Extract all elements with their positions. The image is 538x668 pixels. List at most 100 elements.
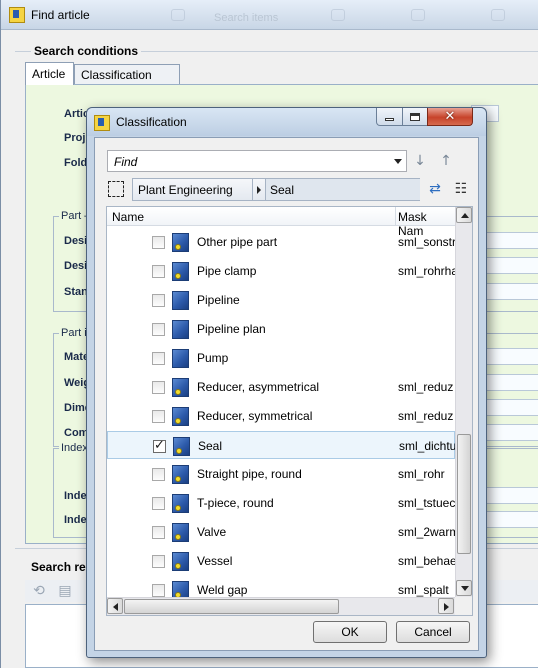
dialog-titlebar[interactable]: Classification ✕ — [87, 108, 486, 136]
mask-indicator-icon — [175, 476, 181, 482]
close-button[interactable]: ✕ — [427, 108, 473, 126]
row-checkbox[interactable] — [152, 497, 165, 510]
material-input[interactable] — [479, 348, 538, 365]
project-field-label: Proj — [64, 132, 86, 144]
arrow-up-icon — [461, 213, 469, 218]
index2-input[interactable] — [479, 511, 538, 528]
row-name: Pipeline plan — [197, 322, 266, 336]
row-name: Valve — [197, 525, 227, 539]
index1-label: Inde — [64, 490, 87, 502]
row-name: Pipe clamp — [197, 264, 257, 278]
vertical-scroll-thumb[interactable] — [457, 434, 471, 554]
list-item[interactable]: Valve sml_2warm — [107, 518, 455, 546]
list-item[interactable]: Reducer, symmetrical sml_reduz — [107, 402, 455, 430]
index1-input[interactable] — [479, 487, 538, 504]
designation-input[interactable] — [479, 232, 538, 249]
row-checkbox[interactable] — [152, 526, 165, 539]
classification-class-icon — [172, 552, 189, 571]
standard-input[interactable] — [479, 283, 538, 300]
comment-input[interactable] — [479, 424, 538, 441]
row-mask-name: sml_dichtu — [399, 439, 456, 453]
classification-list[interactable]: Name Mask Nam Other pipe part sml_sonstr P… — [106, 206, 473, 616]
refresh-icon[interactable]: ⟲ — [29, 581, 49, 601]
row-mask-name: sml_rohr — [398, 467, 445, 481]
select-all-icon[interactable] — [108, 181, 124, 197]
maximize-button[interactable] — [402, 108, 428, 126]
scroll-right-button[interactable] — [438, 598, 454, 614]
sync-icon[interactable]: ⇄ — [425, 179, 445, 199]
tab-article[interactable]: Article — [25, 62, 74, 85]
row-checkbox[interactable] — [152, 381, 165, 394]
row-name: Pipeline — [197, 293, 240, 307]
breadcrumb-plant-engineering[interactable]: Plant Engineering — [138, 183, 233, 197]
list-item[interactable]: Seal sml_dichtu — [107, 431, 456, 459]
row-name: Weld gap — [197, 583, 248, 597]
list-item[interactable]: Pipe clamp sml_rohrha — [107, 257, 455, 285]
weight-input[interactable] — [479, 374, 538, 391]
tab-classification[interactable]: Classification — [74, 64, 180, 84]
row-mask-name: sml_reduz — [398, 409, 454, 423]
breadcrumb-divider — [252, 179, 253, 200]
scroll-down-button[interactable] — [456, 580, 472, 596]
row-checkbox[interactable] — [152, 352, 165, 365]
row-checkbox[interactable] — [152, 410, 165, 423]
list-header: Name Mask Nam — [107, 207, 455, 238]
row-checkbox[interactable] — [152, 468, 165, 481]
classification-dialog: Classification ✕ Find ↓ ↑ Plant Engineer… — [86, 107, 487, 658]
dimension-input[interactable] — [479, 399, 538, 416]
list-item[interactable]: Pipeline — [107, 286, 455, 314]
row-mask-name: sml_sonstr — [398, 235, 455, 249]
tree-view-icon[interactable]: ☷ — [451, 179, 471, 199]
horizontal-scrollbar[interactable] — [107, 597, 455, 615]
list-item[interactable]: T-piece, round sml_tstuec — [107, 489, 455, 517]
row-checkbox[interactable] — [152, 236, 165, 249]
row-checkbox[interactable] — [152, 294, 165, 307]
scroll-left-button[interactable] — [107, 598, 123, 614]
row-mask-name: sml_2warm — [398, 525, 455, 539]
row-name: Seal — [198, 439, 223, 453]
list-item[interactable]: Pipeline plan — [107, 315, 455, 343]
cancel-button[interactable]: Cancel — [396, 621, 470, 643]
ghost-folder-icon — [411, 9, 425, 21]
row-name: T-piece, round — [197, 496, 274, 510]
minimize-button[interactable] — [376, 108, 403, 126]
find-next-icon[interactable]: ↓ — [410, 151, 430, 171]
row-checkbox[interactable] — [152, 323, 165, 336]
column-divider[interactable] — [395, 207, 396, 226]
scroll-up-button[interactable] — [456, 207, 472, 223]
dialog-app-icon — [94, 115, 110, 131]
classification-class-icon — [172, 233, 189, 252]
horizontal-scroll-thumb[interactable] — [124, 599, 339, 614]
row-checkbox[interactable] — [152, 265, 165, 278]
row-checkbox[interactable] — [153, 438, 166, 453]
designation2-input[interactable] — [479, 257, 538, 274]
list-item[interactable]: Reducer, asymmetrical sml_reduz — [107, 373, 455, 401]
row-checkbox[interactable] — [152, 584, 165, 597]
breadcrumb-chevron-icon[interactable] — [257, 186, 261, 194]
search-conditions-heading: Search conditions — [31, 44, 142, 58]
find-previous-icon[interactable]: ↑ — [436, 151, 456, 171]
list-item[interactable]: Pump — [107, 344, 455, 372]
mask-indicator-icon — [175, 273, 181, 279]
ok-button[interactable]: OK — [313, 621, 387, 643]
column-header-name[interactable]: Name — [112, 210, 144, 224]
ghost-refresh-icon — [491, 9, 505, 21]
list-item[interactable]: Vessel sml_behae — [107, 547, 455, 575]
vertical-scrollbar[interactable] — [455, 207, 472, 597]
maximize-icon — [410, 112, 420, 121]
breadcrumb-seal[interactable]: Seal — [270, 183, 294, 197]
find-combobox[interactable]: Find — [107, 150, 407, 172]
folder-field-label: Fold — [64, 157, 88, 169]
list-item[interactable]: Straight pipe, round sml_rohr — [107, 460, 455, 488]
row-checkbox[interactable] — [152, 555, 165, 568]
ghost-toolbar-label: Search items — [214, 12, 279, 24]
close-icon: ✕ — [444, 109, 456, 124]
mask-indicator-icon — [175, 563, 181, 569]
designation2-label: Desi — [64, 260, 88, 272]
minimize-icon — [385, 118, 394, 121]
breadcrumb[interactable]: Plant Engineering Seal — [132, 178, 420, 201]
chevron-down-icon[interactable] — [394, 159, 402, 164]
export-icon[interactable]: ▤ — [55, 581, 75, 601]
list-item[interactable]: Other pipe part sml_sonstr — [107, 228, 455, 256]
find-article-titlebar[interactable]: Find article Search items — [1, 0, 538, 30]
